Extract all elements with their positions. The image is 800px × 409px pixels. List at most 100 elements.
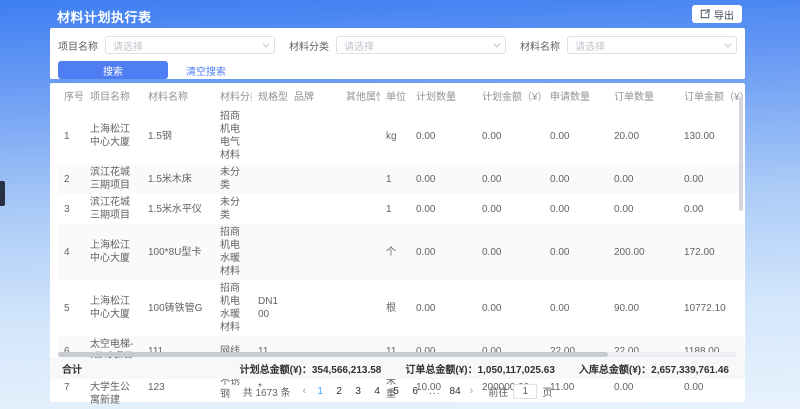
table-cell: 0.00 (410, 108, 476, 164)
table-cell: 172.00 (678, 224, 744, 280)
table-cell: 上海松江中心大厦 (84, 280, 142, 336)
horizontal-scrollbar-thumb[interactable] (58, 352, 608, 357)
table-row: 5上海松江中心大厦100铸铁管G招商机电 水暖材料DN100根0.000.000… (58, 280, 744, 336)
table-cell (340, 224, 380, 280)
search-button[interactable]: 搜索 (58, 61, 168, 79)
summary-totals: 计划总金额(¥)：354,566,213.58 订单总金额(¥)：1,050,1… (240, 361, 729, 376)
table-cell: 滨江花城三期项目 (84, 164, 142, 194)
goto-page-input[interactable] (513, 384, 537, 399)
horizontal-scrollbar-track (58, 352, 737, 357)
table-row: 1上海松江中心大厦1.5钢招商机电 电气材料kg0.000.000.0020.0… (58, 108, 744, 164)
vertical-scrollbar[interactable] (739, 97, 743, 211)
summary-row: 合计 计划总金额(¥)：354,566,213.58 订单总金额(¥)：1,05… (50, 358, 745, 379)
table-cell (252, 164, 288, 194)
filter-field-material-name: 材料名称 请选择 (520, 36, 737, 54)
table-cell: 个 (380, 224, 410, 280)
export-button[interactable]: 导出 (692, 5, 742, 23)
goto-suffix: 页 (542, 384, 552, 399)
pagination-page-1[interactable]: 1 (315, 386, 325, 397)
table-column-header: 品牌 (288, 83, 340, 108)
pagination-page-5[interactable]: 5 (391, 386, 401, 397)
table-cell: 1.5米水平仪 (142, 194, 214, 224)
table-cell: 招商机电 水暖材料 (214, 280, 252, 336)
pagination-page-3[interactable]: 3 (353, 386, 363, 397)
collapsed-drawer-handle[interactable] (0, 181, 5, 206)
filter-panel: 项目名称 请选择 材料分类 请选择 材料名称 请选择 搜索 清空搜索 (50, 28, 745, 79)
table-column-header: 单位 (380, 83, 410, 108)
pagination-ellipsis[interactable]: ... (429, 386, 440, 397)
table-cell: 3 (58, 194, 84, 224)
page-title: 材料计划执行表 (57, 7, 152, 26)
filter-field-project-name: 项目名称 请选择 (58, 36, 275, 54)
table-cell (288, 224, 340, 280)
table-cell: DN100 (252, 280, 288, 336)
pagination-goto: 前往 页 (488, 384, 552, 399)
pagination-page-2[interactable]: 2 (334, 386, 344, 397)
summary-label: 合计 (62, 361, 82, 376)
table-cell: 1.5钢 (142, 108, 214, 164)
table-cell: 未分类 (214, 164, 252, 194)
table-cell: 2 (58, 164, 84, 194)
top-header-bar: 材料计划执行表 导出 (0, 0, 800, 28)
table-column-header: 其他属性 (340, 83, 380, 108)
table-cell: 招商机电 水暖材料 (214, 224, 252, 280)
table-cell: 根 (380, 280, 410, 336)
table-cell: 0.00 (678, 194, 744, 224)
table-cell: 0.00 (608, 164, 678, 194)
table-column-header: 材料名称 (142, 83, 214, 108)
inbound-total-amount: 入库总金额(¥)：2,657,339,761.46 (579, 361, 729, 376)
table-row: 2滨江花城三期项目1.5米木床未分类10.000.000.000.000.00 (58, 164, 744, 194)
table-column-header: 规格型号 (252, 83, 288, 108)
export-button-label: 导出 (714, 7, 734, 22)
table-cell: 0.00 (410, 164, 476, 194)
table-cell: 1.5米木床 (142, 164, 214, 194)
table-row: 3滨江花城三期项目1.5米水平仪未分类10.000.000.000.000.00 (58, 194, 744, 224)
material-category-select[interactable]: 请选择 (336, 36, 506, 54)
filter-label: 材料名称 (520, 38, 560, 53)
table-cell (340, 164, 380, 194)
export-icon (700, 9, 710, 19)
select-placeholder: 请选择 (113, 38, 143, 53)
table-cell: kg (380, 108, 410, 164)
table-cell: 10772.10 (678, 280, 744, 336)
table-cell: 1 (380, 194, 410, 224)
table-cell: 0.00 (544, 280, 608, 336)
chevron-left-icon[interactable]: ‹ (303, 385, 307, 397)
table-cell (288, 164, 340, 194)
table-cell: 0.00 (544, 224, 608, 280)
table-cell: 0.00 (608, 194, 678, 224)
material-name-select[interactable]: 请选择 (567, 36, 737, 54)
table-cell: 未分类 (214, 194, 252, 224)
goto-label: 前往 (488, 384, 508, 399)
table-cell: 4 (58, 224, 84, 280)
table-cell (252, 224, 288, 280)
clear-search-link[interactable]: 清空搜索 (186, 63, 226, 78)
filter-label: 材料分类 (289, 38, 329, 53)
chevron-right-icon[interactable]: › (470, 385, 474, 397)
table-cell (252, 194, 288, 224)
pagination-total-count: 共 1673 条 (243, 384, 291, 399)
plan-total-amount: 计划总金额(¥)：354,566,213.58 (240, 361, 382, 376)
chevron-down-icon (724, 40, 731, 47)
filter-actions: 搜索 清空搜索 (58, 61, 737, 79)
table-column-header: 项目名称 (84, 83, 142, 108)
table-cell (288, 280, 340, 336)
project-name-select[interactable]: 请选择 (105, 36, 275, 54)
table-column-header: 计划数量 (410, 83, 476, 108)
pagination-page-6[interactable]: 6 (410, 386, 420, 397)
pagination-page-4[interactable]: 4 (372, 386, 382, 397)
table-column-header: 申请数量 (544, 83, 608, 108)
table-cell: 0.00 (410, 280, 476, 336)
table-column-header: 订单数量 (608, 83, 678, 108)
table-row: 4上海松江中心大厦100*8U型卡招商机电 水暖材料个0.000.000.002… (58, 224, 744, 280)
table-column-header: 序号 (58, 83, 84, 108)
table-cell: 0.00 (678, 164, 744, 194)
pagination-page-84[interactable]: 84 (450, 386, 461, 397)
filter-field-material-category: 材料分类 请选择 (289, 36, 506, 54)
table-cell (340, 108, 380, 164)
table-cell: 0.00 (476, 194, 544, 224)
table-cell: 1 (58, 108, 84, 164)
table-cell: 0.00 (476, 108, 544, 164)
table-cell: 1 (380, 164, 410, 194)
table-cell: 0.00 (476, 280, 544, 336)
